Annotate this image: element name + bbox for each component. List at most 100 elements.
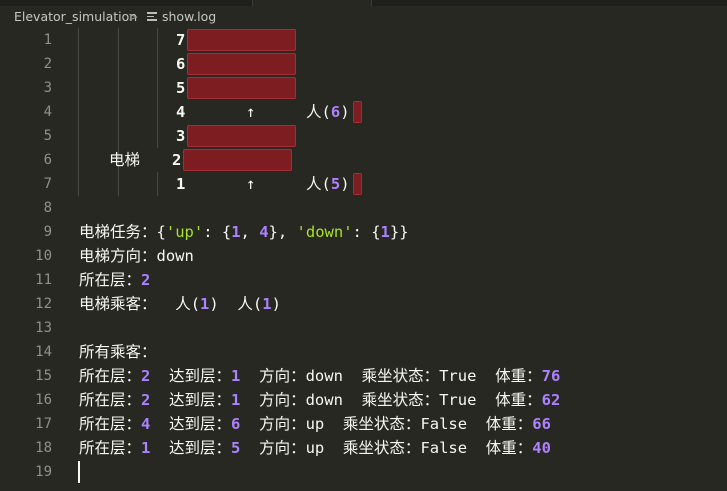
lines-file-icon	[147, 12, 157, 22]
line-number: 3	[43, 80, 52, 96]
dest-value: 5	[231, 439, 241, 457]
at-label: 所在层：	[79, 439, 142, 457]
line-number: 19	[35, 464, 52, 480]
floor-label: 所在层：	[79, 271, 142, 289]
weight-value: 40	[532, 439, 551, 457]
floor-line: 所在层：2	[79, 268, 150, 292]
rider-count: 1	[200, 295, 210, 313]
passenger-row: 所在层：2 达到层：1 方向：down 乘坐状态：True 体重：62	[79, 388, 560, 412]
punct: }}	[389, 223, 409, 241]
ride-value: True	[439, 391, 477, 409]
dir-label: 方向：	[259, 367, 306, 385]
breadcrumb-file[interactable]: show.log	[162, 6, 216, 28]
dir-value: up	[305, 415, 325, 433]
dest-label: 达到层：	[169, 367, 232, 385]
rider-close: )	[271, 295, 281, 313]
floor-value: 2	[141, 271, 151, 289]
ride-label: 乘坐状态：	[361, 367, 440, 385]
dest-label: 达到层：	[169, 391, 232, 409]
up-floor: 1	[231, 223, 241, 241]
passengers-title: 所有乘客：	[79, 343, 157, 361]
line-number: 5	[43, 128, 52, 144]
punct: : {	[352, 223, 381, 241]
code-area: 电梯任务：{'up': {1, 4}, 'down': {1}} 电梯方向：do…	[79, 28, 727, 491]
line-number: 2	[43, 56, 52, 72]
dest-value: 6	[231, 415, 241, 433]
line-number: 13	[35, 320, 52, 336]
up-key: 'up'	[165, 223, 204, 241]
passenger-row: 所在层：4 达到层：6 方向：up 乘坐状态：False 体重：66	[79, 412, 551, 436]
dir-label: 方向：	[259, 391, 306, 409]
editor[interactable]: 1 2 3 4 5 6 7 8 9 10 11 12 13 14 15 16 1…	[0, 28, 727, 491]
text-cursor	[78, 461, 80, 483]
dir-value: down	[305, 367, 343, 385]
breadcrumb: Elevator_simulation > show.log	[0, 6, 727, 28]
direction-line: 电梯方向：down	[79, 244, 194, 268]
at-value: 1	[141, 439, 151, 457]
weight-value: 76	[541, 367, 561, 385]
line-number: 1	[43, 32, 52, 48]
line-number: 12	[35, 296, 52, 312]
line-number: 11	[35, 272, 52, 288]
at-label: 所在层：	[79, 391, 142, 409]
riders-line: 电梯乘客： 人(1) 人(1)	[79, 292, 281, 316]
tasks-line: 电梯任务：{'up': {1, 4}, 'down': {1}}	[79, 220, 409, 244]
at-value: 4	[141, 415, 151, 433]
line-number: 17	[35, 416, 52, 432]
at-value: 2	[141, 391, 151, 409]
line-number: 14	[35, 344, 52, 360]
at-label: 所在层：	[79, 415, 142, 433]
line-number-gutter: 1 2 3 4 5 6 7 8 9 10 11 12 13 14 15 16 1…	[0, 28, 58, 491]
breadcrumb-folder[interactable]: Elevator_simulation	[14, 6, 137, 28]
down-key: 'down'	[296, 223, 353, 241]
dest-value: 1	[231, 391, 241, 409]
dir-label: 方向：	[259, 415, 306, 433]
line-number: 9	[43, 224, 52, 240]
line-number: 18	[35, 440, 52, 456]
passenger-row: 所在层：2 达到层：1 方向：down 乘坐状态：True 体重：76	[79, 364, 560, 388]
weight-value: 66	[532, 415, 551, 433]
line-number: 16	[35, 392, 52, 408]
line-number: 10	[35, 248, 52, 264]
down-floor: 1	[380, 223, 390, 241]
ride-value: False	[420, 415, 468, 433]
ride-label: 乘坐状态：	[361, 391, 440, 409]
ride-value: False	[420, 439, 468, 457]
dir-value: down	[305, 391, 343, 409]
direction-value: down	[156, 247, 194, 265]
line-number: 6	[43, 152, 52, 168]
weight-label: 体重：	[495, 367, 542, 385]
dir-value: up	[305, 439, 325, 457]
ride-value: True	[439, 367, 477, 385]
dir-label: 方向：	[259, 439, 306, 457]
rider-count: 1	[262, 295, 272, 313]
passenger-row: 所在层：1 达到层：5 方向：up 乘坐状态：False 体重：40	[79, 436, 551, 460]
direction-label: 电梯方向：	[79, 247, 157, 265]
rider-close: )	[209, 295, 219, 313]
punct: ,	[240, 223, 260, 241]
tasks-label: 电梯任务：	[79, 223, 157, 241]
weight-label: 体重：	[485, 415, 533, 433]
line-number: 4	[43, 104, 52, 120]
dest-label: 达到层：	[169, 415, 232, 433]
at-label: 所在层：	[79, 367, 142, 385]
brace: {	[156, 223, 166, 241]
riders-label: 电梯乘客：	[79, 295, 157, 313]
up-floor: 4	[259, 223, 269, 241]
punct: },	[268, 223, 297, 241]
line-number: 15	[35, 368, 52, 384]
dest-label: 达到层：	[169, 439, 232, 457]
breadcrumb-separator: >	[128, 9, 139, 24]
at-value: 2	[141, 367, 151, 385]
rider-label: 人(	[237, 295, 263, 313]
rider-label: 人(	[175, 295, 201, 313]
line-number: 7	[43, 176, 52, 192]
weight-label: 体重：	[485, 439, 533, 457]
weight-label: 体重：	[495, 391, 542, 409]
line-number: 8	[43, 200, 52, 216]
ride-label: 乘坐状态：	[342, 415, 421, 433]
punct: : {	[203, 223, 232, 241]
ride-label: 乘坐状态：	[342, 439, 421, 457]
weight-value: 62	[541, 391, 561, 409]
dest-value: 1	[231, 367, 241, 385]
